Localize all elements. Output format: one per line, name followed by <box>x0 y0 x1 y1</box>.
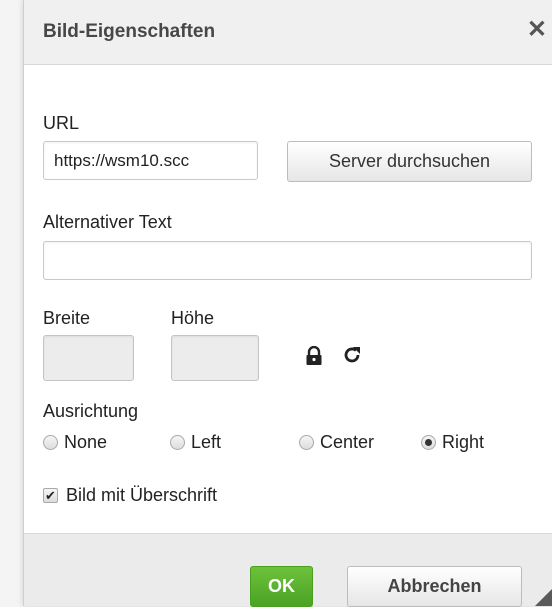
caption-checkbox[interactable]: ✔ Bild mit Überschrift <box>43 485 217 506</box>
browse-server-button[interactable]: Server durchsuchen <box>287 141 532 182</box>
align-center-radio[interactable]: Center <box>299 432 374 453</box>
height-input[interactable] <box>171 335 259 381</box>
align-center-label: Center <box>320 432 375 452</box>
radio-circle-checked <box>421 435 436 450</box>
close-icon[interactable]: ✕ <box>527 18 547 42</box>
alignment-label: Ausrichtung <box>43 401 139 421</box>
reset-size-icon[interactable] <box>342 345 362 365</box>
caption-label: Bild mit Überschrift <box>66 485 218 505</box>
height-label: Höhe <box>171 308 215 328</box>
alt-text-label: Alternativer Text <box>43 212 172 232</box>
dialog-title: Bild-Eigenschaften <box>43 21 216 42</box>
align-none-label: None <box>64 432 108 452</box>
width-input[interactable] <box>43 335 134 381</box>
dialog-titlebar: Bild-Eigenschaften ✕ <box>24 0 552 65</box>
align-left-radio[interactable]: Left <box>170 432 221 453</box>
align-left-label: Left <box>191 432 222 452</box>
align-right-label: Right <box>442 432 485 452</box>
width-label: Breite <box>43 308 91 328</box>
radio-circle <box>299 435 314 450</box>
dialog-footer: OK Abbrechen <box>24 533 552 607</box>
align-right-radio[interactable]: Right <box>421 432 484 453</box>
alt-text-input[interactable] <box>43 241 532 280</box>
image-properties-dialog: Bild-Eigenschaften ✕ URL Server durchsuc… <box>23 0 552 607</box>
url-label: URL <box>43 113 80 133</box>
cancel-button[interactable]: Abbrechen <box>347 566 522 607</box>
resize-handle[interactable] <box>535 588 552 606</box>
align-none-radio[interactable]: None <box>43 432 107 453</box>
ok-button[interactable]: OK <box>250 566 313 607</box>
url-input[interactable] <box>43 141 258 180</box>
lock-icon[interactable] <box>304 346 324 366</box>
checkmark-icon: ✔ <box>43 488 58 503</box>
radio-circle <box>43 435 58 450</box>
radio-circle <box>170 435 185 450</box>
